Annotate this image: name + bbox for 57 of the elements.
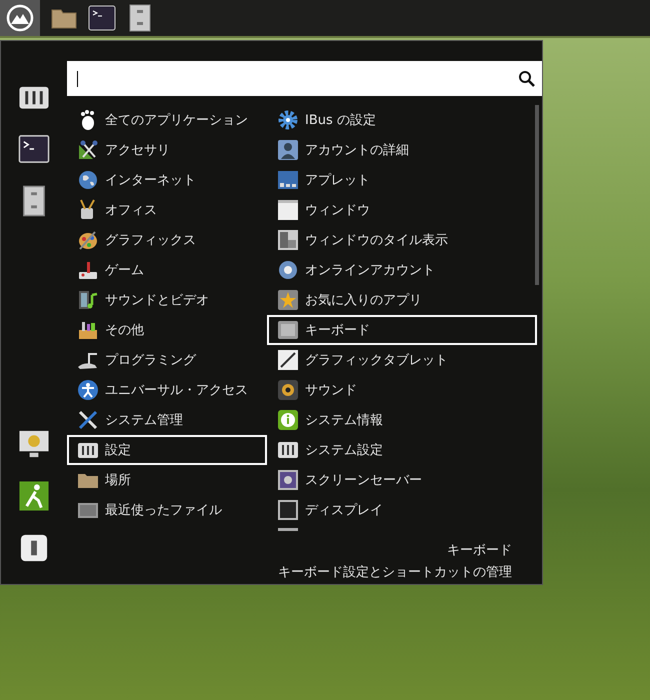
category-item[interactable]: 設定 — [67, 435, 267, 465]
exit-sign-icon[interactable] — [18, 480, 50, 512]
category-item[interactable]: サウンドとビデオ — [67, 285, 267, 315]
tiles-icon — [277, 229, 299, 251]
window-icon — [277, 199, 299, 221]
gear-icon — [277, 109, 299, 131]
category-item[interactable]: オフィス — [67, 195, 267, 225]
category-item[interactable]: グラフィックス — [67, 225, 267, 255]
category-item[interactable]: インターネット — [67, 165, 267, 195]
app-item[interactable]: アプレット — [267, 165, 537, 195]
app-item[interactable]: オンラインアカウント — [267, 255, 537, 285]
person-icon — [277, 139, 299, 161]
speaker-icon — [277, 379, 299, 401]
app-item[interactable]: スクリーンセーバー — [267, 465, 537, 495]
description-title: キーボード — [447, 542, 512, 559]
palette-icon — [77, 229, 99, 251]
wrench-screwdriver-icon — [77, 409, 99, 431]
app-item[interactable]: システム設定 — [267, 435, 537, 465]
app-item[interactable]: サウンド — [267, 375, 537, 405]
scrollbar[interactable] — [535, 105, 539, 285]
mountain-logo-icon — [6, 4, 34, 32]
app-item[interactable]: ディスプレイ — [267, 495, 537, 525]
scissors-icon — [77, 139, 99, 161]
search-icon — [518, 70, 536, 88]
sliders-icon — [277, 439, 299, 461]
description-text: キーボード設定とショートカットの管理 — [278, 564, 512, 581]
category-item[interactable]: 場所 — [67, 465, 267, 495]
power-switch-icon[interactable] — [18, 532, 50, 564]
app-item[interactable]: ウィンドウのタイル表示 — [267, 225, 537, 255]
display-icon — [277, 499, 299, 521]
category-item[interactable]: ゲーム — [67, 255, 267, 285]
app-item[interactable]: キーボード — [267, 315, 537, 345]
film-note-icon — [77, 289, 99, 311]
category-item[interactable]: その他 — [67, 315, 267, 345]
app-item[interactable]: ウィンドウ — [267, 195, 537, 225]
app-item[interactable]: グラフィックタブレット — [267, 345, 537, 375]
info-icon — [277, 409, 299, 431]
terminal-icon[interactable] — [18, 133, 50, 165]
category-item[interactable]: プログラミング — [67, 345, 267, 375]
star-icon — [277, 289, 299, 311]
category-item[interactable]: システム管理 — [67, 405, 267, 435]
toolbox-icon — [77, 319, 99, 341]
app-item[interactable]: システム情報 — [267, 405, 537, 435]
category-item[interactable]: アクセサリ — [67, 135, 267, 165]
accessibility-icon — [77, 379, 99, 401]
joystick-icon — [77, 259, 99, 281]
panel-icon — [277, 169, 299, 191]
app-item[interactable]: IBus の設定 — [267, 105, 537, 135]
category-item[interactable]: 最近使ったファイル — [67, 495, 267, 525]
app-item[interactable]: お気に入りのアプリ — [267, 285, 537, 315]
pen-tablet-icon — [277, 349, 299, 371]
search-field[interactable] — [67, 61, 542, 96]
menu-button[interactable] — [0, 0, 40, 36]
category-item[interactable]: 全てのアプリケーション — [67, 105, 267, 135]
category-item[interactable]: ユニバーサル・アクセス — [67, 375, 267, 405]
app-item[interactable]: アカウントの詳細 — [267, 135, 537, 165]
terminal-icon[interactable] — [88, 4, 116, 32]
